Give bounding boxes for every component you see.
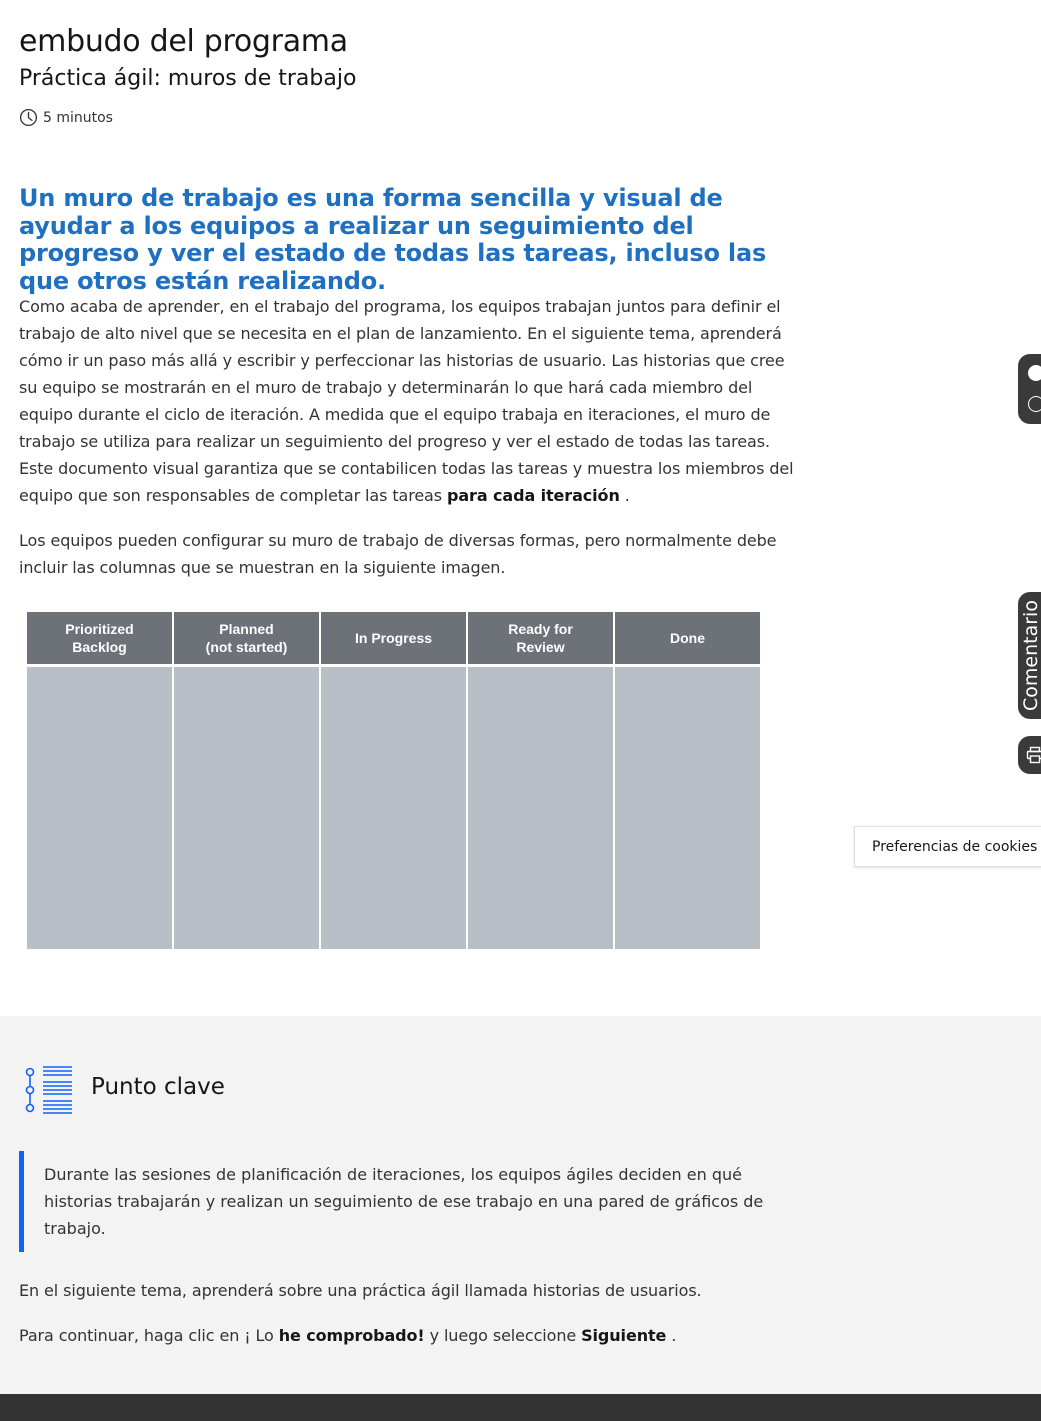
board-column-header: Ready for Review — [468, 612, 613, 664]
board-column-header: Planned (not started) — [174, 612, 319, 664]
board-column-header: Done — [615, 612, 760, 664]
continue-instructions: Para continuar, haga clic en ¡ Lo he com… — [19, 1322, 794, 1349]
board-column-body — [174, 667, 319, 949]
board-column-body — [615, 667, 760, 949]
column-label-line1: In Progress — [354, 630, 433, 646]
feedback-label: Comentario — [1020, 600, 1041, 711]
key-point-quote: Durante las sesiones de planificación de… — [19, 1151, 789, 1252]
clock-icon — [19, 108, 38, 127]
column-label-line2: Backlog — [72, 639, 127, 655]
column-label-line2: Review — [516, 639, 565, 655]
toggle-filled-dot-icon — [1028, 365, 1041, 381]
board-column-header: Prioritized Backlog — [27, 612, 172, 664]
board-column: Done — [615, 612, 760, 949]
print-icon — [1026, 746, 1041, 764]
print-tab[interactable] — [1018, 736, 1041, 774]
intro-paragraph: Como acaba de aprender, en el trabajo de… — [19, 293, 794, 509]
column-label-line1: Prioritized — [65, 621, 134, 637]
checked-label: he comprobado! — [278, 1326, 425, 1345]
board-column-header: In Progress — [321, 612, 466, 664]
view-toggle-tab[interactable] — [1018, 354, 1041, 424]
course-title: embudo del programa — [19, 24, 348, 59]
timeline-list-icon — [25, 1066, 72, 1114]
board-column: Prioritized Backlog — [27, 612, 172, 949]
board-column-body — [27, 667, 172, 949]
intro-text: Como acaba de aprender, en el trabajo de… — [19, 297, 794, 505]
board-column-body — [468, 667, 613, 949]
columns-paragraph: Los equipos pueden configurar su muro de… — [19, 531, 777, 577]
key-point-text: Durante las sesiones de planificación de… — [44, 1165, 764, 1238]
board-column: Ready for Review — [468, 612, 613, 949]
page-footer — [0, 1394, 1041, 1421]
duration-text: 5 minutos — [43, 109, 113, 126]
work-wall-image: Prioritized Backlog Planned (not started) … — [27, 612, 760, 949]
column-label-line1: Planned — [219, 621, 274, 637]
duration: 5 minutos — [19, 108, 113, 127]
continue-text-a: Para continuar, haga clic en ¡ Lo — [19, 1326, 279, 1345]
next-topic-paragraph: En el siguiente tema, aprenderá sobre un… — [19, 1281, 702, 1300]
intro-end: . — [619, 486, 630, 505]
board-column: Planned (not started) — [174, 612, 319, 949]
column-label-line1: Ready for — [508, 621, 573, 637]
column-label-line2: (not started) — [205, 639, 288, 655]
key-point-title: Punto clave — [91, 1074, 225, 1100]
toggle-empty-dot-icon — [1028, 396, 1041, 412]
continue-text-c: y luego seleccione — [424, 1326, 582, 1345]
lead-statement: Un muro de trabajo es una forma sencilla… — [19, 184, 767, 295]
continue-text-e: . — [666, 1326, 677, 1345]
board-column-body — [321, 667, 466, 949]
column-label-line1: Done — [670, 630, 705, 646]
cookie-preferences-button[interactable]: Preferencias de cookies — [854, 826, 1041, 867]
next-label: Siguiente — [581, 1326, 667, 1345]
intro-bold: para cada iteración — [447, 486, 620, 505]
board-column: In Progress — [321, 612, 466, 949]
lesson-title: Práctica ágil: muros de trabajo — [19, 66, 357, 91]
feedback-tab[interactable]: Comentario — [1018, 592, 1041, 719]
